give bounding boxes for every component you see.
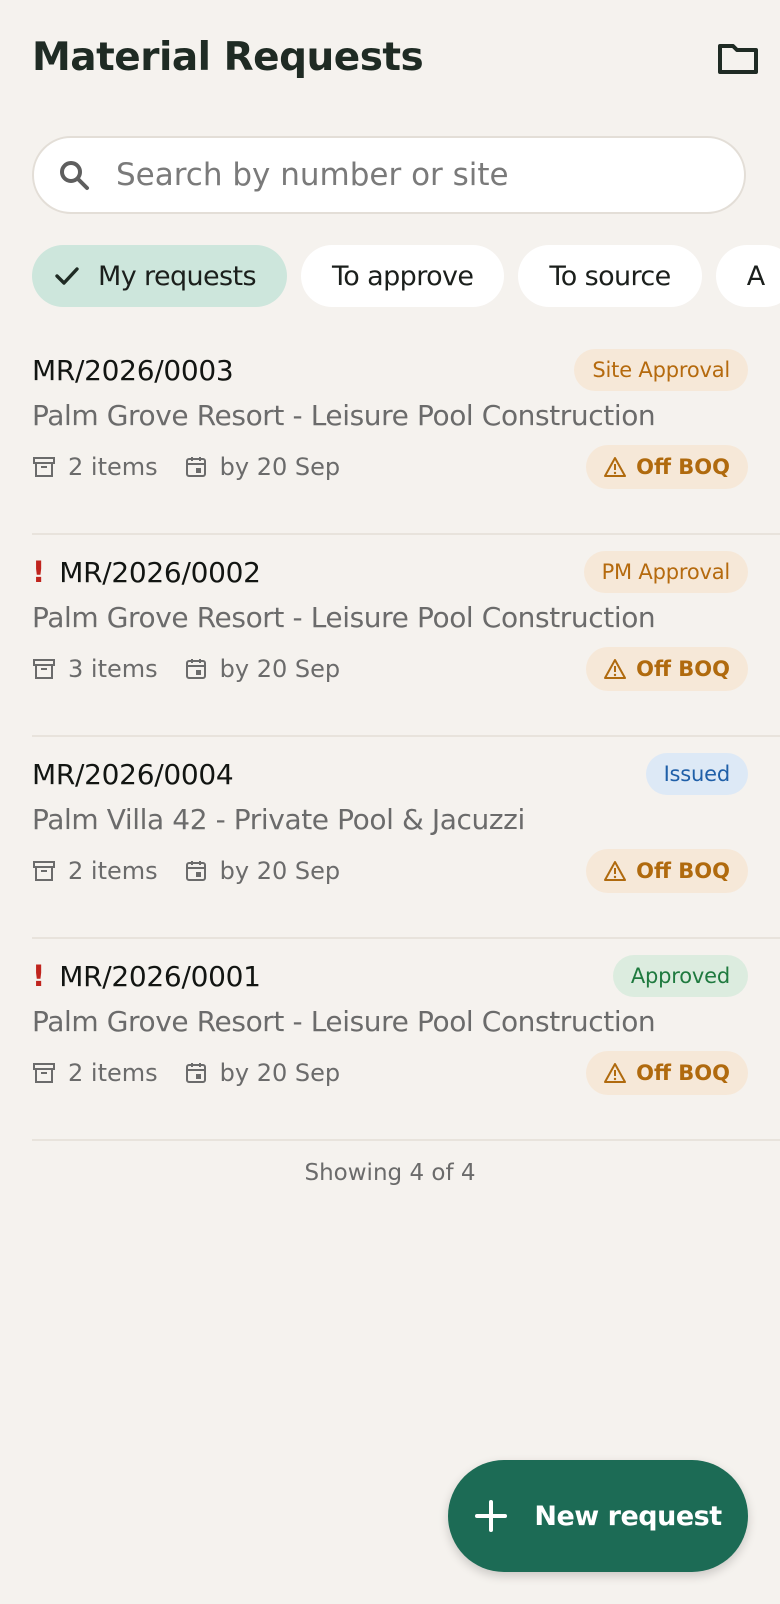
archive-box-icon [33, 861, 55, 881]
filter-chip-3[interactable]: A [715, 245, 780, 307]
search-input[interactable] [114, 156, 698, 194]
off-boq-badge: Off BOQ [586, 1051, 748, 1095]
result-count: Showing 4 of 4 [304, 1160, 476, 1186]
request-number: MR/2026/0002 [59, 555, 261, 589]
request-number: MR/2026/0004 [32, 757, 234, 791]
request-number: MR/2026/0001 [59, 959, 261, 993]
off-boq-label: Off BOQ [636, 1061, 730, 1085]
new-request-label: New request [534, 1500, 722, 1532]
request-meta: 2 items by 20 Sep Off BOQ [32, 445, 748, 489]
search-icon [60, 161, 89, 190]
off-boq-badge: Off BOQ [586, 849, 748, 893]
check-icon [55, 267, 79, 285]
request-meta: 2 items by 20 Sep Off BOQ [32, 849, 748, 893]
off-boq-badge: Off BOQ [586, 647, 748, 691]
calendar-icon [185, 861, 206, 881]
off-boq-badge: Off BOQ [586, 445, 748, 489]
filter-chip-label: To approve [331, 260, 474, 292]
request-row-header: MR/2026/0003 Site Approval [32, 349, 748, 391]
warning-triangle-icon [604, 1063, 627, 1083]
status-badge: Approved [612, 955, 748, 997]
status-badge: Issued [645, 753, 748, 795]
item-count: 3 items [68, 655, 158, 683]
warning-triangle-icon [604, 457, 627, 477]
urgent-icon: ! [32, 959, 46, 993]
item-count: 2 items [68, 857, 158, 885]
filter-chips: My requests To approve To source A [32, 245, 780, 307]
request-row-header: ! MR/2026/0002 PM Approval [32, 551, 748, 593]
request-row[interactable]: ! MR/2026/0002 PM Approval Palm Grove Resor… [32, 535, 780, 737]
status-badge: PM Approval [583, 551, 748, 593]
request-site: Palm Grove Resort - Leisure Pool Constru… [32, 1005, 656, 1038]
new-request-button[interactable]: New request [448, 1460, 748, 1572]
off-boq-label: Off BOQ [636, 455, 730, 479]
calendar-icon [185, 659, 206, 679]
request-row[interactable]: ! MR/2026/0001 Approved Palm Grove Resort -… [32, 939, 780, 1141]
warning-triangle-icon [604, 659, 627, 679]
due-date: by 20 Sep [219, 655, 341, 683]
urgent-icon: ! [32, 555, 46, 589]
folder-icon[interactable] [716, 38, 760, 78]
archive-box-icon [33, 457, 55, 477]
request-site: Palm Grove Resort - Leisure Pool Constru… [32, 399, 656, 432]
request-row-header: MR/2026/0004 Issued [32, 753, 748, 795]
item-count: 2 items [68, 453, 158, 481]
off-boq-label: Off BOQ [636, 859, 730, 883]
app-header: Material Requests [32, 30, 760, 86]
request-row[interactable]: MR/2026/0003 Site Approval Palm Grove Reso… [32, 333, 780, 535]
due-date: by 20 Sep [219, 857, 341, 885]
filter-chip-label: To source [549, 260, 671, 292]
due-date: by 20 Sep [219, 1059, 341, 1087]
request-site: Palm Grove Resort - Leisure Pool Constru… [32, 601, 656, 634]
warning-triangle-icon [604, 861, 627, 881]
search-bar [32, 136, 746, 214]
page-title: Material Requests [32, 35, 424, 80]
plus-icon [475, 1500, 508, 1532]
request-row-header: ! MR/2026/0001 Approved [32, 955, 748, 997]
item-count: 2 items [68, 1059, 158, 1087]
filter-chip-1[interactable]: To approve [300, 245, 505, 307]
status-badge: Site Approval [574, 349, 748, 391]
request-list: MR/2026/0003 Site Approval Palm Grove Reso… [32, 333, 780, 1141]
request-number: MR/2026/0003 [32, 353, 234, 387]
request-site: Palm Villa 42 - Private Pool & Jacuzzi [32, 803, 525, 836]
filter-chip-0[interactable]: My requests [32, 245, 287, 307]
calendar-icon [185, 457, 206, 477]
request-row[interactable]: MR/2026/0004 Issued Palm Villa 42 - Privat… [32, 737, 780, 939]
archive-box-icon [33, 1063, 55, 1083]
filter-chip-label: A [746, 260, 765, 292]
off-boq-label: Off BOQ [636, 657, 730, 681]
filter-chip-label: My requests [98, 260, 257, 292]
calendar-icon [185, 1063, 206, 1083]
filter-chip-2[interactable]: To source [518, 245, 702, 307]
request-meta: 3 items by 20 Sep Off BOQ [32, 647, 748, 691]
request-meta: 2 items by 20 Sep Off BOQ [32, 1051, 748, 1095]
archive-box-icon [33, 659, 55, 679]
due-date: by 20 Sep [219, 453, 341, 481]
